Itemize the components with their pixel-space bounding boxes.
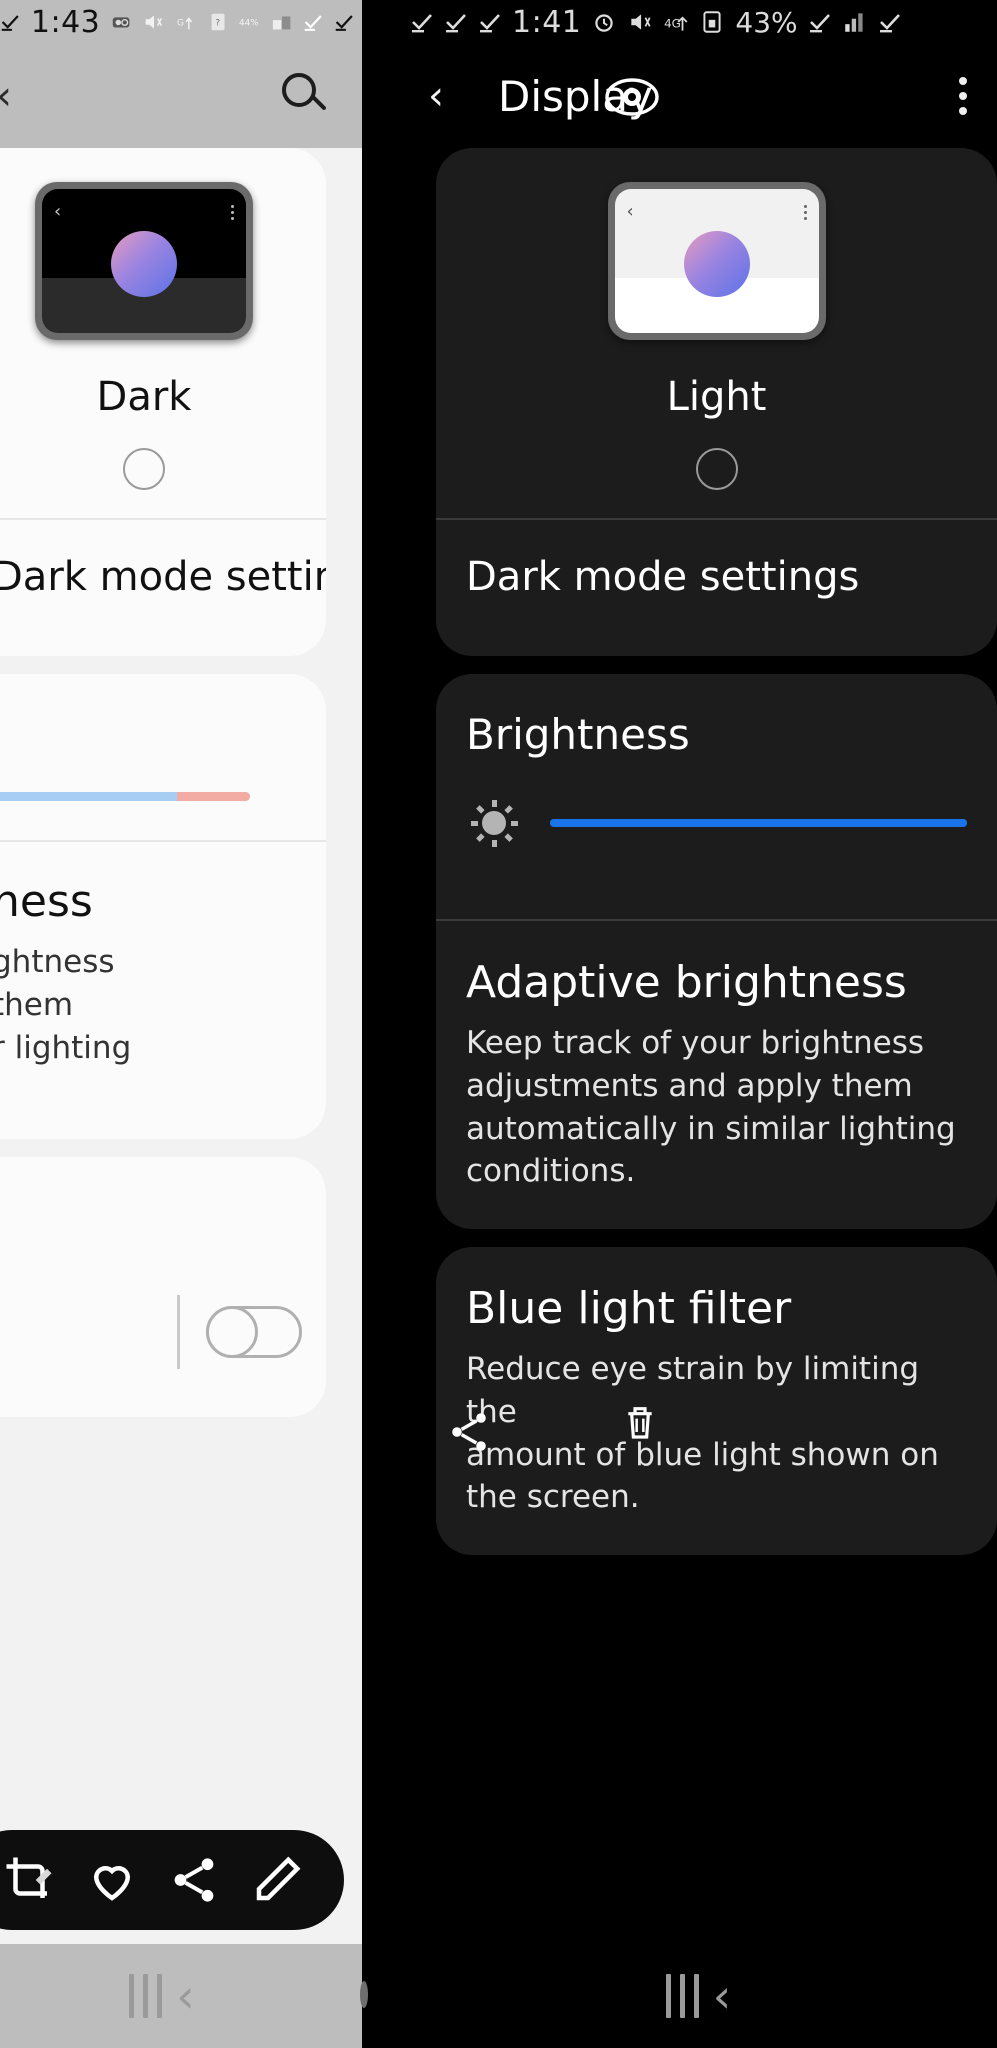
brightness-slider-row[interactable] <box>436 759 997 891</box>
recents-icon[interactable] <box>129 1974 163 2018</box>
light-theme-label: Light <box>666 374 767 420</box>
dark-status-time: 1:41 <box>512 4 582 40</box>
dark-theme-radio[interactable] <box>123 448 165 490</box>
signal-icon <box>272 16 291 30</box>
desc-line: ghtness <box>0 944 115 980</box>
home-circle-icon[interactable] <box>360 1981 368 2008</box>
back-chevron-icon[interactable]: ‹ <box>713 1973 731 2019</box>
dark-status-battery: 43% <box>735 5 798 39</box>
adaptive-brightness-title-fragment: ness <box>0 876 93 927</box>
desc-line: them <box>0 986 74 1023</box>
sun-icon <box>466 795 522 851</box>
dark-theme-label: Dark <box>96 374 192 420</box>
desc-line: r lighting <box>0 1029 132 1066</box>
svg-text:?: ? <box>215 18 220 29</box>
adaptive-brightness-desc: Keep track of your brightness adjustment… <box>436 1008 997 1229</box>
dark-navigation-bar: ‹ <box>400 1944 997 2048</box>
light-navigation-bar: ‹ <box>0 1944 362 2048</box>
light-brightness-slider-row[interactable] <box>0 674 326 840</box>
dark-statusbar: 1:41 4G 43% <box>400 0 997 44</box>
mute-vibrate-icon <box>146 15 163 29</box>
check-icon <box>335 15 353 31</box>
blue-light-filter-card[interactable]: Blue light filter Reduce eye strain by l… <box>436 1247 997 1556</box>
dark-display-settings-screen: 1:41 4G 43% ‹ Display ‹ Light Dark mode … <box>400 0 997 2048</box>
back-chevron-icon[interactable]: ‹ <box>428 76 476 116</box>
sim-card-icon <box>703 11 721 33</box>
share-icon[interactable] <box>167 1853 221 1907</box>
adaptive-brightness-toggle-group <box>177 1295 302 1369</box>
desc-line: amount of blue light shown on <box>466 1436 939 1473</box>
adaptive-brightness-desc-fragment: ghtness them r lighting <box>0 927 326 1069</box>
preview-gradient-ball <box>683 230 750 297</box>
search-icon[interactable] <box>282 73 328 119</box>
svg-text:4G: 4G <box>664 16 681 30</box>
light-status-time: 1:43 <box>30 4 101 40</box>
desc-line: Reduce eye strain by limiting the <box>466 1351 920 1430</box>
dark-mode-settings-row[interactable]: Dark mode settings <box>436 520 997 634</box>
signal-icon <box>844 13 863 32</box>
screenshot-root: 1:41 4G 43% ‹ Display ‹ Light Dark mode … <box>0 0 997 2048</box>
svg-text:44%: 44% <box>239 19 259 29</box>
brightness-slider[interactable] <box>550 819 967 827</box>
preview-back-chevron-icon: ‹ <box>626 201 634 222</box>
divider <box>177 1295 180 1369</box>
brightness-slider[interactable] <box>0 792 250 801</box>
light-brightness-card: ness ghtness them r lighting <box>0 674 326 1140</box>
desc-line: adjustments and apply them <box>466 1067 913 1104</box>
forty-four-percent-icon: 44% <box>239 19 259 29</box>
check-icon <box>480 14 500 33</box>
preview-gradient-ball <box>111 230 177 297</box>
check-icon <box>2 15 20 31</box>
dark-theme-preview[interactable]: ‹ <box>0 182 326 340</box>
mute-vibrate-icon <box>631 14 651 30</box>
alarm-icon <box>595 14 614 32</box>
dark-titlebar: ‹ Display <box>400 44 997 148</box>
light-theme-card: ‹ Dark Dark mode settings <box>0 148 326 656</box>
eye-icon <box>605 78 659 116</box>
desc-line: conditions. <box>466 1153 636 1190</box>
preview-kebab-icon <box>231 204 234 220</box>
sim-card-icon: ? <box>211 13 225 31</box>
brightness-card: Brightness Adaptive brightness Keep trac… <box>436 674 997 1230</box>
brightness-title: Brightness <box>466 710 690 759</box>
adaptive-brightness-title: Adaptive brightness <box>466 957 907 1008</box>
dark-theme-card: ‹ Light Dark mode settings <box>436 148 997 656</box>
share-icon <box>452 1413 486 1451</box>
check-icon <box>412 14 432 33</box>
check-icon <box>809 14 830 33</box>
dark-mode-settings-row-fragment[interactable]: Dark mode settings <box>0 520 326 634</box>
preview-kebab-icon <box>803 204 807 220</box>
trash-icon <box>628 1407 652 1439</box>
light-content-area: ‹ Dark Dark mode settings <box>0 148 362 2048</box>
kebab-menu-icon[interactable] <box>959 77 967 115</box>
floating-action-toolbar <box>0 1830 344 1930</box>
alarm-icon <box>113 17 130 28</box>
check-icon <box>879 14 900 33</box>
adaptive-brightness-toggle[interactable] <box>206 1306 302 1358</box>
light-blue-light-card[interactable] <box>0 1157 326 1418</box>
light-display-settings-screen: 1:43 G ? 44% ‹ Dark Dark mode setti ness… <box>0 0 362 2048</box>
light-theme-radio[interactable] <box>695 448 738 490</box>
desc-line: automatically in similar lighting <box>466 1110 956 1147</box>
edit-pencil-icon[interactable] <box>250 1853 304 1907</box>
check-icon <box>446 14 466 33</box>
light-titlebar: ‹ <box>0 44 362 148</box>
desc-line: Keep track of your brightness <box>466 1025 925 1061</box>
back-chevron-icon[interactable]: ‹ <box>0 73 12 119</box>
four-g-plus-icon: G <box>176 17 192 30</box>
check-icon <box>304 15 322 31</box>
back-chevron-icon[interactable]: ‹ <box>176 1973 194 2019</box>
preview-back-chevron-icon: ‹ <box>54 201 62 222</box>
blue-light-filter-desc: Reduce eye strain by limiting the amount… <box>436 1334 997 1555</box>
heart-icon[interactable] <box>85 1853 139 1907</box>
light-theme-preview[interactable]: ‹ <box>436 182 997 340</box>
light-statusbar: 1:43 G ? 44% <box>0 0 362 44</box>
svg-text:G: G <box>176 18 183 29</box>
crop-icon[interactable] <box>2 1853 56 1907</box>
desc-line: the screen. <box>466 1479 640 1516</box>
blue-light-filter-title: Blue light filter <box>466 1283 792 1335</box>
four-g-plus-icon: 4G <box>664 16 688 31</box>
recents-icon[interactable] <box>665 1974 699 2018</box>
